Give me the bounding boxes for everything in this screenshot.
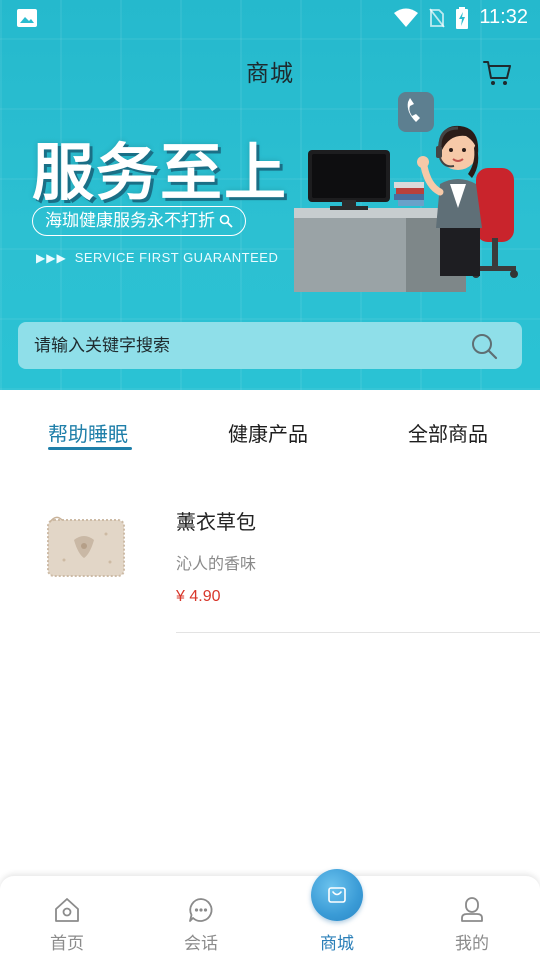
wifi-icon <box>394 8 419 27</box>
battery-charging-icon <box>456 6 469 29</box>
search-small-icon <box>219 214 233 228</box>
home-icon <box>55 898 79 922</box>
status-bar: 11:32 <box>0 0 540 36</box>
banner-service-text: SERVICE FIRST GUARANTEED <box>74 250 279 265</box>
store-header-banner: 11:32 商城 服务至上 海珈健康服务永不打折 ▶▶▶ SERVICE FIR… <box>0 0 540 390</box>
image-icon <box>17 9 37 27</box>
banner-service-line: ▶▶▶ SERVICE FIRST GUARANTEED <box>36 250 278 265</box>
phone-bubble-icon <box>398 92 434 132</box>
product-name: 薰衣草包 <box>176 510 256 534</box>
search-input[interactable] <box>34 322 454 369</box>
triple-arrow-icon: ▶▶▶ <box>36 250 67 265</box>
chat-icon <box>189 898 213 922</box>
user-icon <box>461 897 483 922</box>
tab-health-products[interactable]: 健康产品 <box>228 418 308 447</box>
nav-label-store: 商城 <box>320 934 354 954</box>
customer-service-illustration <box>294 92 518 292</box>
shopping-bag-icon <box>328 887 346 903</box>
category-tabs: 帮助睡眠 健康产品 全部商品 <box>0 390 540 468</box>
store-nav-bubble <box>311 869 363 921</box>
tab-all-products[interactable]: 全部商品 <box>408 418 488 447</box>
no-sim-icon <box>429 7 446 28</box>
banner-slogan-pill: 海珈健康服务永不打折 <box>32 206 246 236</box>
product-description: 沁人的香味 <box>176 554 257 573</box>
lavender-sachet-image <box>47 516 125 577</box>
product-list-item[interactable]: 薰衣草包 沁人的香味 ¥ 4.90 <box>0 492 540 632</box>
nav-item-me[interactable]: 我的 <box>405 876 539 960</box>
bottom-navigation: 首页 会话 商城 我的 <box>0 869 540 960</box>
search-icon[interactable] <box>470 332 498 360</box>
nav-label-home: 首页 <box>50 934 84 954</box>
nav-item-store[interactable]: 商城 <box>270 869 404 960</box>
page-title: 商城 <box>246 61 294 87</box>
cart-icon[interactable] <box>482 56 512 88</box>
banner-slogan-text: 海珈健康服务永不打折 <box>45 210 215 231</box>
nav-label-me: 我的 <box>455 934 489 954</box>
search-bar[interactable] <box>18 322 522 369</box>
banner-headline: 服务至上 <box>32 136 289 209</box>
status-time: 11:32 <box>479 6 528 28</box>
list-divider <box>176 632 540 633</box>
active-tab-indicator <box>48 447 132 450</box>
nav-item-chat[interactable]: 会话 <box>134 876 268 960</box>
tab-sleep-aid[interactable]: 帮助睡眠 <box>48 418 128 447</box>
nav-item-home[interactable]: 首页 <box>0 876 134 960</box>
nav-label-chat: 会话 <box>184 934 218 954</box>
product-price: ¥ 4.90 <box>176 588 221 605</box>
